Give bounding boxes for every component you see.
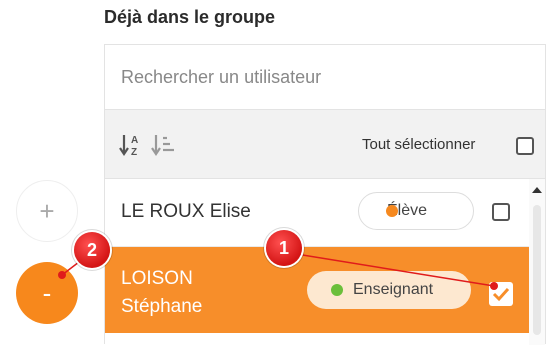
role-label: Enseignant (353, 281, 434, 298)
row-checkbox[interactable] (492, 203, 510, 221)
user-list: LE ROUX Elise Élève LOISON Stéphane Ense… (105, 179, 529, 345)
annotation-marker-2: 2 (74, 232, 110, 268)
select-all-checkbox[interactable] (516, 137, 534, 155)
role-dot-icon (331, 284, 343, 296)
list-item[interactable]: LE ROUX Elise Élève (105, 179, 529, 247)
list-item[interactable]: LOISON Stéphane Enseignant (105, 247, 529, 333)
search-input[interactable] (105, 45, 545, 109)
sort-list-icon[interactable] (151, 132, 177, 158)
svg-text:A: A (131, 135, 138, 146)
sort-alpha-icon[interactable]: A Z (119, 132, 145, 158)
group-panel: A Z Tout sélectionner LE ROUX Elise Élèv… (104, 44, 546, 345)
user-name-line2: Stéphane (121, 296, 203, 317)
user-name: LOISON Stéphane (121, 265, 241, 321)
scroll-up-icon[interactable] (532, 187, 542, 193)
remove-member-button[interactable]: - (16, 262, 78, 324)
check-icon (492, 287, 510, 302)
role-badge: Élève (358, 192, 474, 230)
role-badge: Enseignant (307, 271, 471, 309)
row-checkbox[interactable] (489, 282, 513, 306)
annotation-marker-1: 1 (266, 230, 302, 266)
select-all-label: Tout sélectionner (362, 136, 476, 153)
section-title: Déjà dans le groupe (104, 7, 276, 27)
user-name-line1: LOISON (121, 268, 193, 289)
scroll-thumb[interactable] (533, 205, 541, 335)
user-name: LE ROUX Elise (121, 201, 251, 222)
scrollbar[interactable] (529, 179, 545, 345)
role-dot-icon (386, 205, 398, 217)
list-toolbar: A Z Tout sélectionner (105, 109, 545, 179)
add-member-button[interactable]: + (16, 180, 78, 242)
svg-text:Z: Z (131, 147, 137, 158)
